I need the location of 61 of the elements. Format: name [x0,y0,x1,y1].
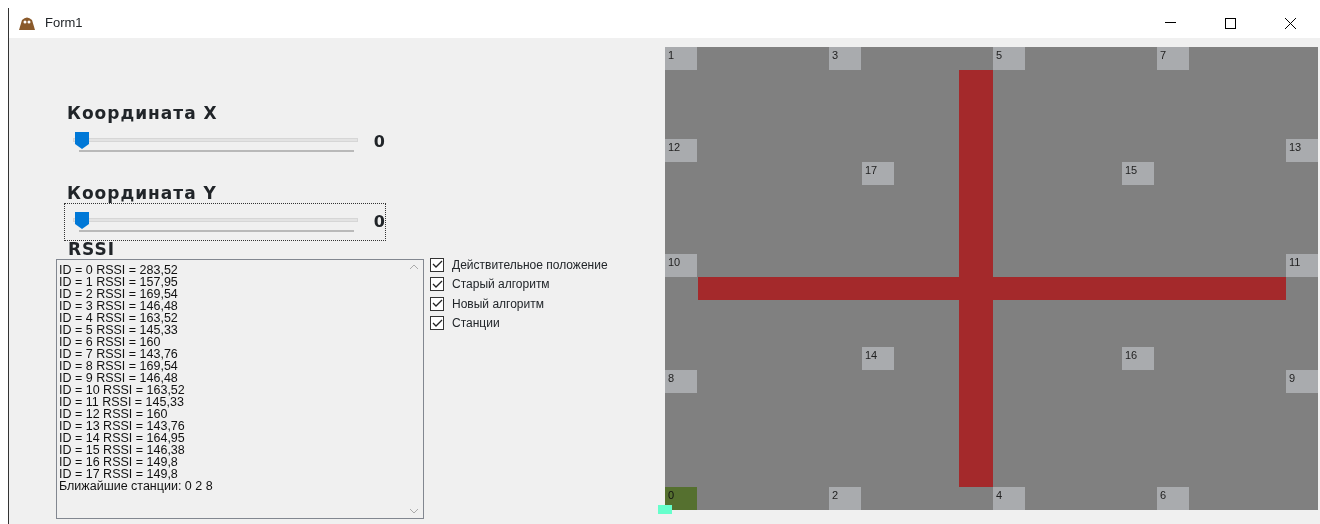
scroll-down-icon[interactable] [409,508,419,514]
rssi-line: ID = 16 RSSI = 149,8 [59,456,178,468]
checkbox-label[interactable]: Новый алгоритм [452,294,544,313]
rssi-line: ID = 3 RSSI = 146,48 [59,300,178,312]
slider-label: Координата X [67,103,219,123]
rssi-label: RSSI [68,239,117,259]
rssi-line: ID = 10 RSSI = 163,52 [59,384,185,396]
station-marker: 4 [993,487,1025,510]
station-marker: 14 [862,347,894,370]
minimize-icon [1164,22,1176,24]
checkbox[interactable] [430,257,444,272]
station-marker: 0 [665,487,697,510]
station-marker: 3 [829,47,861,70]
station-marker: 15 [1122,162,1154,185]
checkbox[interactable] [430,316,444,331]
station-marker: 8 [665,370,697,393]
checkbox-label[interactable]: Действительное положение [452,255,608,274]
rssi-line: ID = 0 RSSI = 283,52 [59,264,178,276]
rssi-line: ID = 11 RSSI = 145,33 [59,396,184,408]
window-title: Form1 [45,14,83,33]
rssi-line: ID = 1 RSSI = 157,95 [59,276,178,288]
station-marker: 17 [862,162,894,185]
station-marker: 5 [993,47,1025,70]
rssi-line: ID = 4 RSSI = 163,52 [59,312,178,324]
rssi-line: ID = 15 RSSI = 146,38 [59,444,185,456]
station-marker: 2 [829,487,861,510]
rssi-line: ID = 14 RSSI = 164,95 [59,432,185,444]
position-marker [658,505,672,514]
checkbox[interactable] [430,296,444,311]
rssi-line: ID = 17 RSSI = 149,8 [59,468,178,480]
maximize-icon [1224,17,1236,29]
checkbox-label[interactable]: Станции [452,314,500,333]
station-marker: 6 [1157,487,1189,510]
slider-label: Координата Y [67,183,218,203]
rssi-line: ID = 6 RSSI = 160 [59,336,161,348]
slider-value: 0 [373,131,385,153]
station-marker: 11 [1286,254,1318,277]
rssi-line: ID = 12 RSSI = 160 [59,408,168,420]
checkbox[interactable] [430,277,444,292]
station-marker: 10 [665,254,697,277]
rssi-line: ID = 9 RSSI = 146,48 [59,372,178,384]
scroll-up-icon[interactable] [409,264,419,270]
rssi-line: ID = 7 RSSI = 143,76 [59,348,178,360]
station-marker: 12 [665,139,697,162]
rssi-line: ID = 5 RSSI = 145,33 [59,324,178,336]
rssi-line: ID = 8 RSSI = 169,54 [59,360,178,372]
close-icon [1284,17,1296,29]
app-icon [17,15,37,31]
station-marker: 13 [1286,139,1318,162]
slider-value: 0 [373,211,385,233]
rssi-text-area[interactable] [56,259,424,519]
rssi-line: Ближайшие станции: 0 2 8 [59,480,213,492]
station-marker: 1 [665,47,697,70]
station-marker: 16 [1122,347,1154,370]
checkbox-label[interactable]: Старый алгоритм [452,275,550,294]
slider-thumb[interactable] [75,212,89,229]
rssi-line: ID = 2 RSSI = 169,54 [59,288,178,300]
station-marker: 9 [1286,370,1318,393]
station-marker: 7 [1157,47,1189,70]
slider-thumb[interactable] [75,132,89,149]
rssi-line: ID = 13 RSSI = 143,76 [59,420,185,432]
